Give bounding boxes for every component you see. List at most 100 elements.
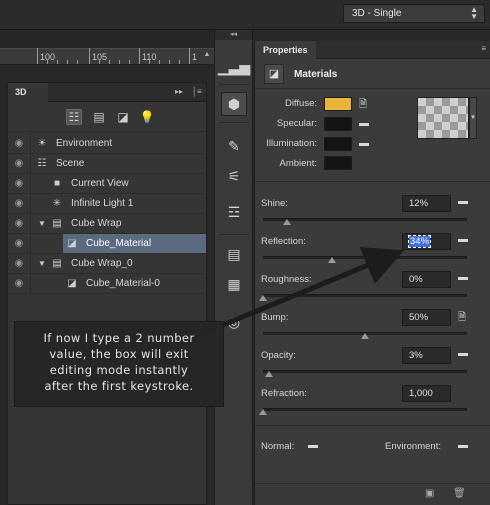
- light-filter-icon[interactable]: 💡: [139, 109, 155, 125]
- expand-triangle-icon[interactable]: ▼: [38, 214, 46, 233]
- eye-icon[interactable]: ◉: [13, 194, 25, 213]
- list-item[interactable]: ◉ ▼ ▤ Cube Wrap: [8, 214, 206, 234]
- opacity-label: Opacity:: [261, 350, 296, 361]
- normal-label: Normal:: [261, 441, 295, 452]
- list-item-label: Environment: [56, 138, 113, 149]
- opacity-slider[interactable]: [263, 370, 467, 373]
- folder-icon[interactable]: ▬: [359, 118, 369, 129]
- material-icon: ◪: [67, 278, 77, 289]
- mesh-icon: ▤: [52, 258, 62, 269]
- horizontal-ruler: 100 105 110 1 ▲: [0, 48, 214, 65]
- material-filter-icon[interactable]: ◪: [115, 109, 131, 125]
- preview-dropdown-icon[interactable]: ▼: [469, 97, 477, 139]
- list-item-selected[interactable]: ◉ ◪ Cube_Material: [8, 234, 206, 254]
- list-item-label: Cube Wrap_0: [71, 258, 133, 269]
- note-line: editing mode instantly: [49, 363, 189, 377]
- eye-icon[interactable]: ◉: [13, 234, 25, 253]
- diffuse-swatch[interactable]: [324, 97, 352, 111]
- roughness-slider-thumb[interactable]: [259, 295, 267, 301]
- properties-tabbar: Properties ≡: [255, 41, 490, 59]
- panel-3d-toolbar: ☷ ▤ ◪ 💡: [8, 102, 206, 132]
- refraction-slider[interactable]: [263, 408, 467, 411]
- refraction-label: Refraction:: [261, 388, 307, 399]
- reflection-value: 34%: [407, 235, 432, 248]
- material-icon: ◪: [264, 64, 284, 84]
- workspace-dropdown[interactable]: 3D - Single ▲ ▼: [343, 4, 485, 23]
- list-item[interactable]: ◉ ☀ Environment: [8, 134, 206, 154]
- refraction-field[interactable]: 1,000: [402, 385, 451, 402]
- shine-label: Shine:: [261, 198, 288, 209]
- adjustments-icon[interactable]: ☲: [221, 200, 247, 224]
- material-icon: ◪: [67, 238, 77, 249]
- mesh-filter-icon[interactable]: ▤: [91, 109, 107, 125]
- tab-3d[interactable]: 3D: [8, 83, 48, 102]
- channels-icon[interactable]: ◎: [221, 310, 247, 334]
- folder-icon[interactable]: ▬: [458, 272, 468, 283]
- properties-footer: ▣ 🗑: [255, 483, 490, 505]
- specular-swatch[interactable]: [324, 117, 352, 131]
- new-material-icon[interactable]: ▣: [425, 488, 434, 499]
- roughness-field[interactable]: 0%: [402, 271, 451, 288]
- eye-icon[interactable]: ◉: [13, 274, 25, 293]
- illumination-swatch[interactable]: [324, 137, 352, 151]
- eye-icon[interactable]: ◉: [13, 214, 25, 233]
- folder-icon[interactable]: ▬: [458, 234, 468, 245]
- shine-field[interactable]: 12%: [402, 195, 451, 212]
- ambient-label: Ambient:: [279, 158, 318, 169]
- collapse-dock-icon[interactable]: ◂◂: [215, 30, 252, 40]
- folder-icon[interactable]: ▬: [458, 196, 468, 207]
- list-item-label: Cube Wrap: [71, 218, 122, 229]
- reflection-label: Reflection:: [261, 236, 306, 247]
- list-item[interactable]: ◉ ✳ Infinite Light 1: [8, 194, 206, 214]
- list-item-label: Current View: [71, 178, 129, 189]
- roughness-label: Roughness:: [261, 274, 312, 285]
- bump-slider-thumb[interactable]: [361, 333, 369, 339]
- ruler-label: 1: [192, 52, 198, 62]
- panel-menu-icon[interactable]: │≡: [192, 87, 202, 96]
- list-item[interactable]: ◉ ☷ Scene: [8, 154, 206, 174]
- folder-icon[interactable]: ▬: [359, 138, 369, 149]
- tab-properties[interactable]: Properties: [255, 41, 316, 59]
- expand-triangle-icon[interactable]: ▼: [38, 254, 46, 273]
- panel-3d-tabbar: 3D ▸▸ │≡: [8, 83, 206, 102]
- scroll-up-icon[interactable]: ▲: [202, 51, 212, 63]
- shine-slider[interactable]: [263, 218, 467, 221]
- shine-slider-thumb[interactable]: [283, 219, 292, 225]
- collapse-icon[interactable]: ▸▸: [175, 87, 183, 96]
- eye-icon[interactable]: ◉: [13, 174, 25, 193]
- folder-icon[interactable]: ▬: [458, 440, 468, 451]
- environment-icon: ☀: [37, 138, 47, 149]
- workspace-label: 3D - Single: [352, 8, 402, 19]
- panel-menu-icon[interactable]: ≡: [481, 44, 486, 53]
- material-preview[interactable]: [417, 97, 469, 139]
- list-item-label: Cube_Material: [86, 238, 152, 249]
- opacity-slider-thumb[interactable]: [265, 371, 274, 377]
- properties-header: ◪ Materials: [255, 59, 490, 89]
- list-item[interactable]: ◉ ■ Current View: [8, 174, 206, 194]
- folder-icon[interactable]: ▬: [308, 440, 318, 451]
- trash-icon[interactable]: 🗑: [453, 488, 466, 499]
- opacity-field[interactable]: 3%: [402, 347, 451, 364]
- roughness-slider[interactable]: [263, 294, 467, 297]
- texture-file-icon[interactable]: 🗎: [359, 97, 367, 114]
- reflection-field[interactable]: 34%: [402, 233, 451, 250]
- ambient-swatch[interactable]: [324, 156, 352, 170]
- list-item[interactable]: ◉ ◪ Cube_Material-0: [8, 274, 206, 294]
- eye-icon[interactable]: ◉: [13, 254, 25, 273]
- properties-title: Materials: [294, 69, 338, 80]
- bump-field[interactable]: 50%: [402, 309, 451, 326]
- refraction-slider-thumb[interactable]: [259, 409, 267, 415]
- reflection-slider[interactable]: [263, 256, 467, 259]
- eye-icon[interactable]: ◉: [13, 134, 25, 153]
- eye-icon[interactable]: ◉: [13, 154, 25, 173]
- scene-filter-icon[interactable]: ☷: [66, 109, 82, 125]
- texture-file-icon[interactable]: 🗎: [458, 310, 466, 327]
- reflection-slider-thumb[interactable]: [328, 257, 337, 263]
- folder-icon[interactable]: ▬: [458, 348, 468, 359]
- notes-icon[interactable]: ▦: [221, 272, 247, 296]
- scene-icon: ☷: [37, 158, 47, 169]
- list-item[interactable]: ◉ ▼ ▤ Cube Wrap_0: [8, 254, 206, 274]
- layers-icon[interactable]: ▤: [221, 242, 247, 266]
- histogram-icon[interactable]: ▁▃▅: [218, 55, 250, 79]
- dropdown-arrows-icon: ▲ ▼: [470, 5, 478, 21]
